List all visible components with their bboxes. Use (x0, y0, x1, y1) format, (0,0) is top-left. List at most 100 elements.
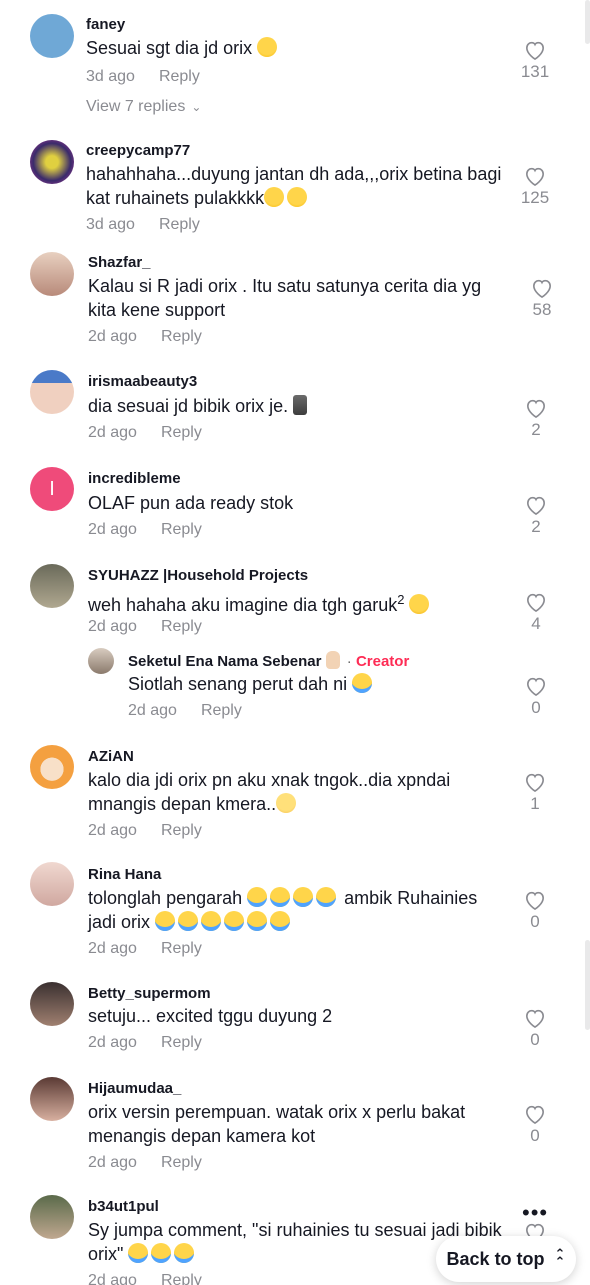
reply-button[interactable]: Reply (159, 68, 200, 85)
crying-emoji (247, 887, 268, 907)
like-button[interactable]: 2 (506, 495, 566, 537)
comment-username[interactable]: incredibleme (88, 470, 181, 487)
like-count: 0 (530, 912, 540, 931)
comment-text: dia sesuai jd bibik orix je. (88, 394, 508, 418)
comment-username[interactable]: SYUHAZZ |Household Projects (88, 567, 308, 584)
like-count: 125 (520, 188, 550, 207)
comment-meta: 2d ago Reply (88, 1272, 202, 1285)
crying-emoji (128, 1243, 149, 1263)
comment-meta: 2d ago Reply (88, 1154, 202, 1172)
comment-username[interactable]: irismaabeauty3 (88, 373, 197, 390)
avatar[interactable] (30, 140, 74, 184)
like-button[interactable]: 4 (506, 592, 566, 634)
comment-username[interactable]: AZiAN (88, 748, 134, 765)
comment-meta: 2d ago Reply (88, 521, 202, 539)
hand-emoji (325, 651, 340, 669)
reply-button[interactable]: Reply (161, 618, 202, 635)
like-button[interactable]: 0 (505, 1104, 565, 1146)
crying-emoji (151, 1243, 172, 1263)
comment-time: 2d ago (88, 521, 137, 538)
reply-button[interactable]: Reply (161, 1154, 202, 1171)
like-button[interactable]: 0 (505, 1008, 565, 1050)
comment-text: kalo dia jdi orix pn aku xnak tngok..dia… (88, 770, 451, 814)
reply-button[interactable]: Reply (201, 702, 242, 719)
scrollbar[interactable] (585, 940, 590, 1030)
comment-time: 3d ago (86, 216, 135, 233)
comment-username[interactable]: Shazfar_ (88, 254, 151, 271)
avatar[interactable] (30, 982, 74, 1026)
like-button[interactable]: 0 (505, 890, 565, 932)
avatar[interactable] (30, 14, 74, 58)
comment-text: Kalau si R jadi orix . Itu satu satunya … (88, 276, 482, 320)
comment-username[interactable]: Betty_supermom (88, 985, 211, 1002)
avatar[interactable] (30, 564, 74, 608)
reply-button[interactable]: Reply (161, 940, 202, 957)
comment-time: 2d ago (88, 1154, 137, 1171)
like-button[interactable]: 58 (512, 278, 572, 320)
heart-icon (526, 496, 546, 515)
comment-username[interactable]: b34ut1pul (88, 1198, 159, 1215)
avatar[interactable] (30, 862, 74, 906)
reply-button[interactable]: Reply (161, 1034, 202, 1051)
chevron-down-icon: ⌄ (191, 100, 202, 114)
crying-emoji (178, 911, 199, 931)
avatar[interactable] (30, 1195, 74, 1239)
avatar[interactable] (30, 370, 74, 414)
avatar[interactable] (30, 1077, 74, 1121)
double-chevron-up-icon: ⌃ ⌃ (554, 1246, 566, 1269)
comment-text: hahahhaha...duyung jantan dh ada,,,orix … (86, 164, 502, 208)
avatar[interactable]: I (30, 467, 74, 511)
comment-time: 2d ago (88, 940, 137, 957)
heart-icon (526, 677, 546, 696)
reply-button[interactable]: Reply (161, 424, 202, 441)
comment-time: 2d ago (88, 822, 137, 839)
separator-dot: · (346, 653, 352, 670)
like-button[interactable]: 0 (506, 676, 566, 718)
heart-icon (525, 167, 545, 186)
more-options-icon[interactable]: ••• (522, 1200, 548, 1226)
avatar[interactable] (30, 745, 74, 789)
like-count: 4 (531, 614, 541, 633)
avatar[interactable] (88, 648, 114, 674)
like-count: 131 (520, 62, 550, 81)
scrollbar[interactable] (585, 0, 590, 44)
comment-username[interactable]: faney (86, 16, 125, 33)
like-count: 1 (530, 794, 540, 813)
reply-button[interactable]: Reply (161, 521, 202, 538)
heart-icon (525, 41, 545, 60)
comment-text: Sesuai sgt dia jd orix (86, 36, 506, 60)
like-count: 0 (530, 1126, 540, 1145)
comment-username[interactable]: creepycamp77 (86, 142, 190, 159)
moai-emoji (293, 395, 308, 415)
comment-text: Siotlah senang perut dah ni (128, 672, 548, 696)
reply-button[interactable]: Reply (161, 822, 202, 839)
comment-username[interactable]: Seketul Ena Nama Sebenar · Creator (128, 651, 409, 670)
superscript: 2 (397, 592, 405, 607)
heart-icon (526, 399, 546, 418)
avatar[interactable] (30, 252, 74, 296)
like-button[interactable]: 131 (505, 40, 565, 82)
like-button[interactable]: 125 (505, 166, 565, 208)
like-count: 0 (531, 698, 541, 717)
reply-button[interactable]: Reply (161, 328, 202, 345)
crying-emoji (174, 1243, 195, 1263)
back-to-top-button[interactable]: Back to top ⌃ ⌃ (436, 1236, 576, 1282)
crying-emoji (155, 911, 176, 931)
view-replies-button[interactable]: View 7 replies ⌄ (86, 98, 201, 116)
crying-emoji (316, 887, 337, 907)
reply-button[interactable]: Reply (159, 216, 200, 233)
like-button[interactable]: 2 (506, 398, 566, 440)
comment-meta: 2d ago Reply (88, 424, 202, 442)
crying-emoji (201, 911, 222, 931)
like-count: 2 (531, 517, 541, 536)
rofl-emoji (264, 187, 285, 207)
comment-username[interactable]: Hijaumudaa_ (88, 1080, 181, 1097)
comment-username[interactable]: Rina Hana (88, 866, 161, 883)
like-button[interactable]: 1 (505, 772, 565, 814)
comment-meta: 2d ago Reply (88, 328, 202, 346)
comment-time: 2d ago (88, 618, 137, 635)
comment-meta: 3d ago Reply (86, 216, 200, 234)
crying-emoji (293, 887, 314, 907)
reply-button[interactable]: Reply (161, 1272, 202, 1285)
heart-icon (525, 773, 545, 792)
